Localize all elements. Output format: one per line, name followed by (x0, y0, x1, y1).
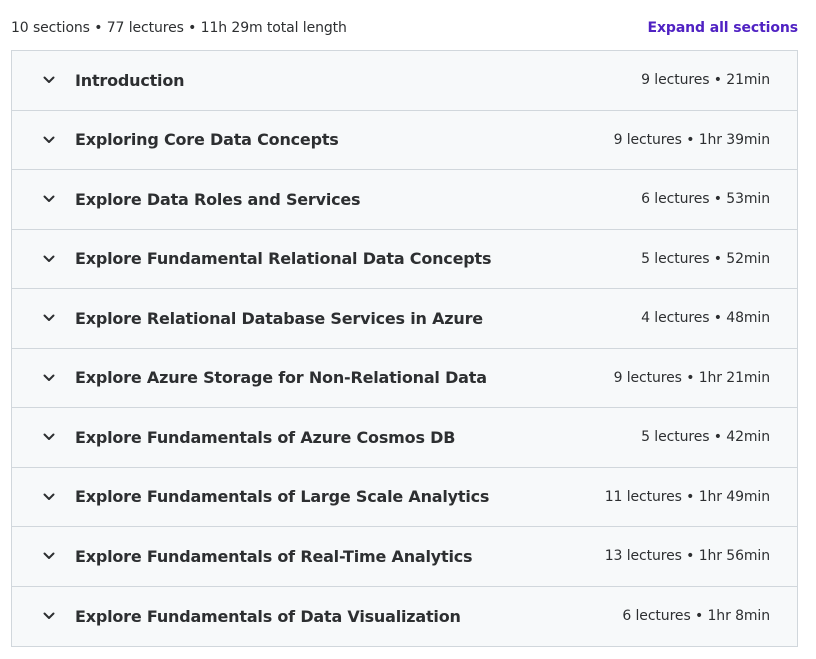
section-row-azure-storage-non-relational[interactable]: Explore Azure Storage for Non-Relational… (12, 348, 797, 408)
section-meta: 9 lectures • 21min (641, 72, 770, 89)
section-row-data-visualization[interactable]: Explore Fundamentals of Data Visualizati… (12, 586, 797, 646)
section-meta: 9 lectures • 1hr 39min (613, 131, 771, 148)
section-meta: 5 lectures • 52min (641, 250, 770, 267)
chevron-down-icon (42, 430, 56, 444)
curriculum-header: 10 sections • 77 lectures • 11h 29m tota… (11, 15, 798, 41)
chevron-down-icon (42, 371, 56, 385)
section-row-real-time-analytics[interactable]: Explore Fundamentals of Real-Time Analyt… (12, 527, 797, 587)
section-row-large-scale-analytics[interactable]: Explore Fundamentals of Large Scale Anal… (12, 467, 797, 527)
section-row-data-roles-and-services[interactable]: Explore Data Roles and Services 6 lectur… (12, 170, 797, 230)
section-title: Explore Data Roles and Services (75, 189, 361, 209)
chevron-down-icon (42, 609, 56, 623)
expand-all-sections-button[interactable]: Expand all sections (648, 20, 799, 36)
section-row-relational-data-concepts[interactable]: Explore Fundamental Relational Data Conc… (12, 229, 797, 289)
section-title: Exploring Core Data Concepts (75, 130, 339, 150)
section-meta: 5 lectures • 42min (641, 429, 770, 446)
curriculum-summary: 10 sections • 77 lectures • 11h 29m tota… (11, 20, 347, 36)
section-meta: 6 lectures • 53min (641, 191, 770, 208)
section-title: Explore Relational Database Services in … (75, 308, 483, 328)
chevron-down-icon (42, 252, 56, 266)
section-row-azure-cosmos-db[interactable]: Explore Fundamentals of Azure Cosmos DB … (12, 408, 797, 468)
curriculum-sections-list: Introduction 9 lectures • 21min Explorin… (11, 50, 798, 647)
section-meta: 9 lectures • 1hr 21min (613, 369, 771, 386)
section-meta: 13 lectures • 1hr 56min (604, 548, 770, 565)
chevron-down-icon (42, 192, 56, 206)
section-title: Explore Fundamentals of Real-Time Analyt… (75, 546, 473, 566)
section-meta: 11 lectures • 1hr 49min (604, 488, 770, 505)
chevron-down-icon (42, 549, 56, 563)
section-title: Explore Azure Storage for Non-Relational… (75, 368, 487, 388)
chevron-down-icon (42, 311, 56, 325)
section-meta: 4 lectures • 48min (641, 310, 770, 327)
section-title: Explore Fundamental Relational Data Conc… (75, 249, 492, 269)
section-row-relational-database-services[interactable]: Explore Relational Database Services in … (12, 289, 797, 349)
section-row-introduction[interactable]: Introduction 9 lectures • 21min (12, 51, 797, 111)
section-title: Introduction (75, 70, 185, 90)
section-title: Explore Fundamentals of Large Scale Anal… (75, 487, 490, 507)
chevron-down-icon (42, 73, 56, 87)
section-row-exploring-core-data-concepts[interactable]: Exploring Core Data Concepts 9 lectures … (12, 110, 797, 170)
chevron-down-icon (42, 133, 56, 147)
chevron-down-icon (42, 490, 56, 504)
section-meta: 6 lectures • 1hr 8min (622, 608, 770, 625)
section-title: Explore Fundamentals of Azure Cosmos DB (75, 427, 456, 447)
section-title: Explore Fundamentals of Data Visualizati… (75, 606, 461, 626)
